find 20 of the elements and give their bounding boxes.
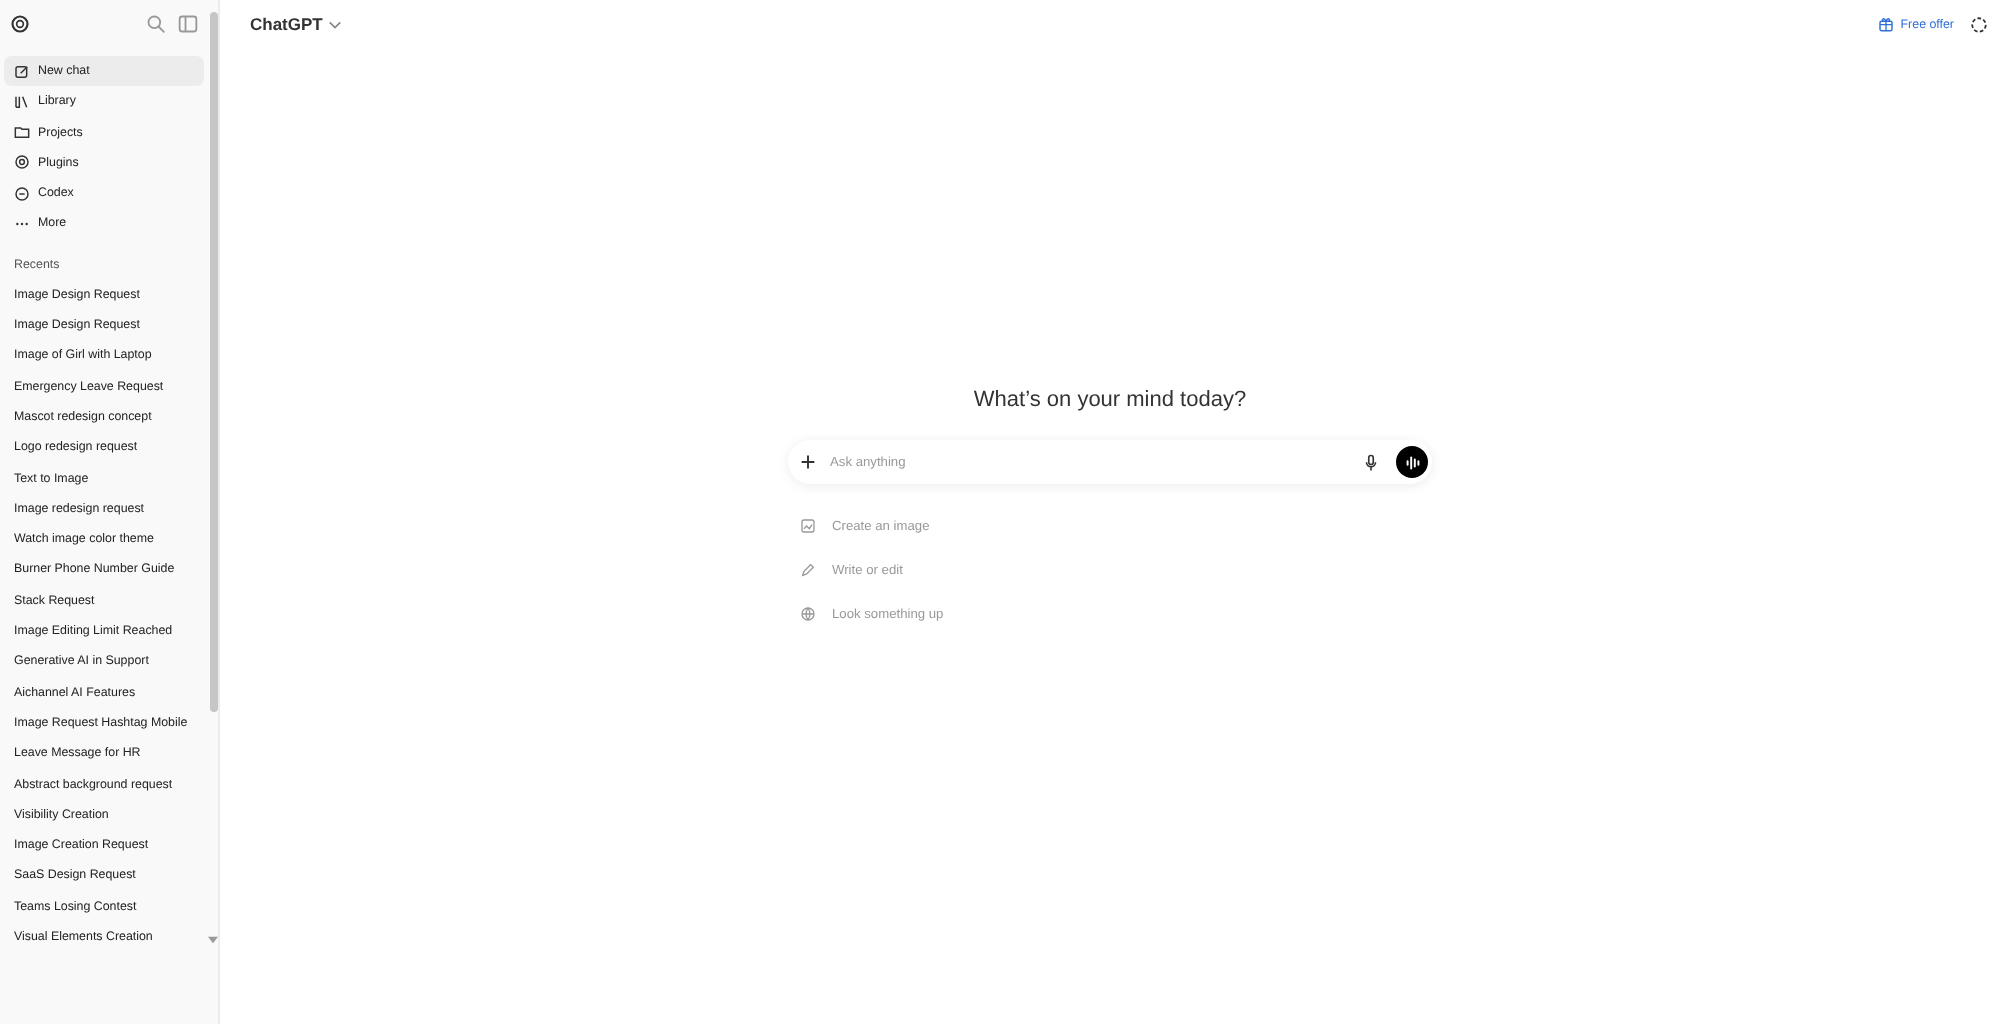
plus-icon[interactable]	[800, 454, 816, 470]
gift-icon	[1878, 16, 1895, 32]
search-icon[interactable]	[146, 14, 166, 34]
pencil-icon	[800, 562, 816, 578]
image-icon	[800, 518, 816, 534]
scrollbar-thumb[interactable]	[209, 12, 217, 712]
greeting-heading: What’s on your mind today?	[973, 388, 1247, 412]
books-icon	[14, 93, 30, 110]
caret-icon[interactable]	[328, 19, 343, 29]
globe-icon	[800, 606, 816, 622]
logo-icon[interactable]	[10, 14, 30, 34]
model-selector[interactable]: ChatGPT	[250, 14, 323, 34]
microphone-icon[interactable]	[1362, 453, 1380, 471]
folder-icon	[14, 124, 30, 141]
voice-button[interactable]	[1396, 446, 1428, 478]
dashed-circle-icon[interactable]	[1970, 15, 1988, 33]
scroll-down-icon[interactable]	[208, 936, 218, 944]
sidebar-toggle-icon[interactable]	[178, 14, 198, 34]
pencil-square-icon	[14, 63, 30, 79]
waveform-icon	[1403, 453, 1421, 471]
